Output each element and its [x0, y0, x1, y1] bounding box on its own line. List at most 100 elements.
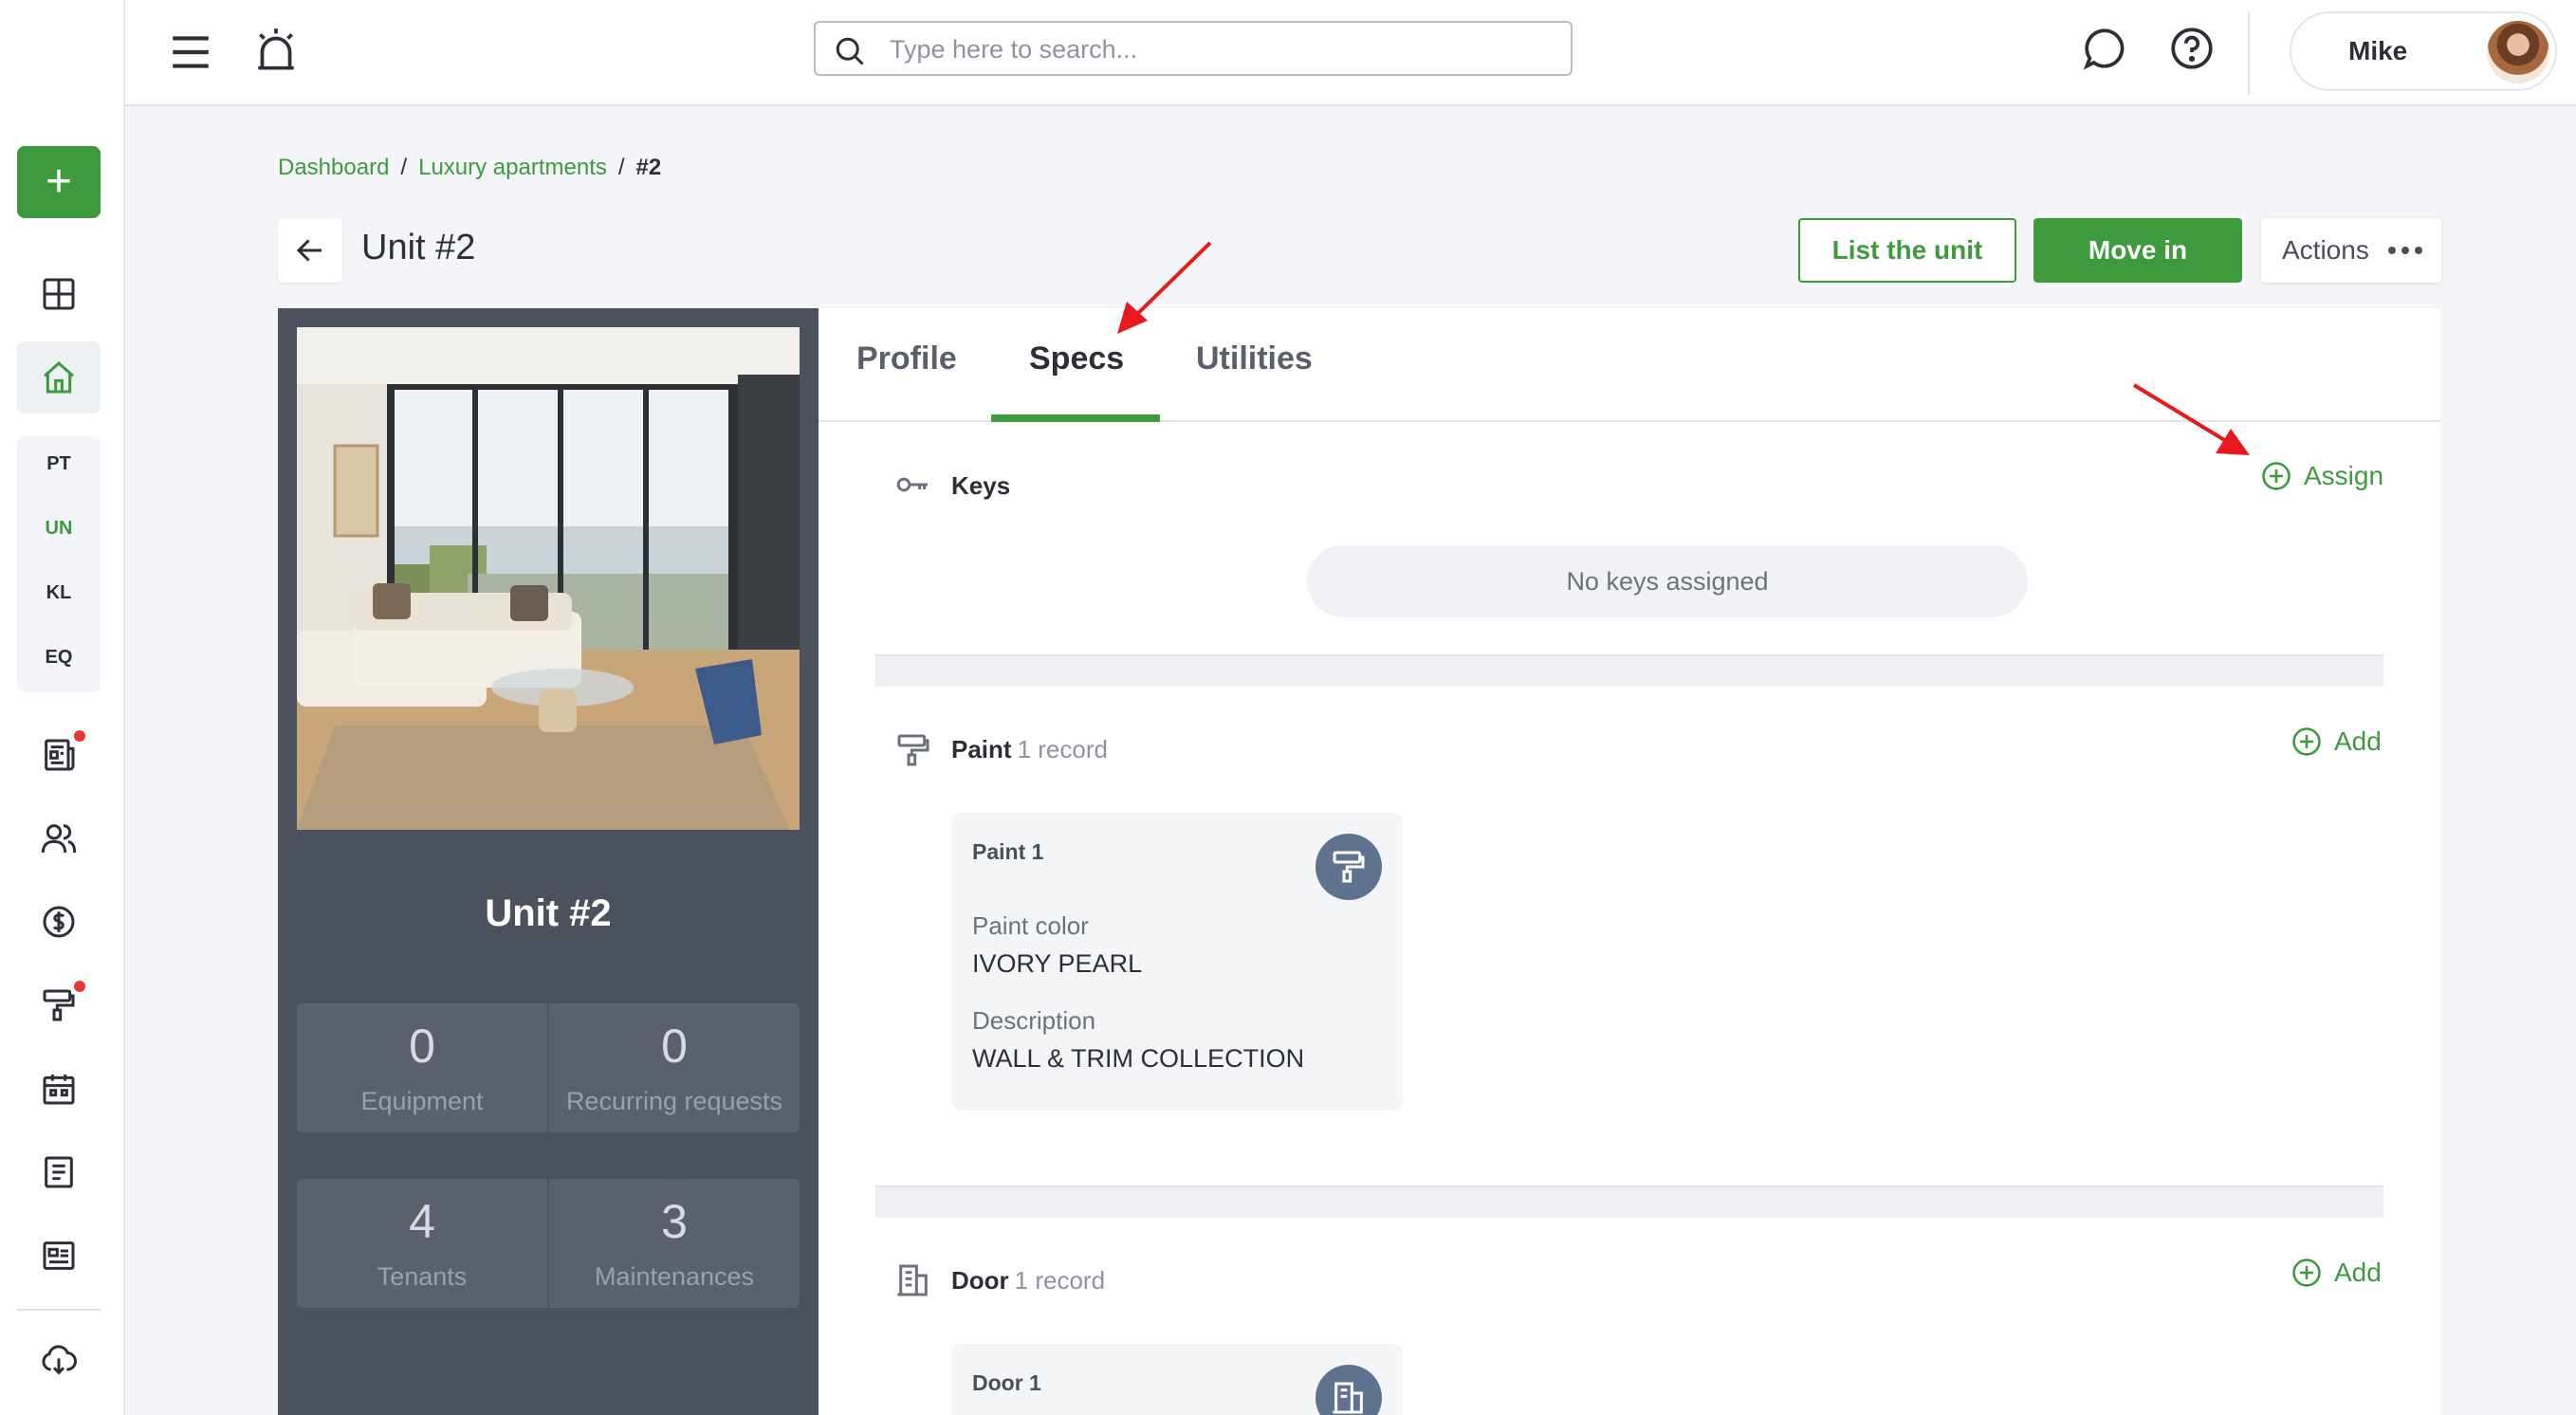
- door-title-text: Door: [951, 1266, 1009, 1295]
- field-label: Description: [972, 1006, 1096, 1035]
- user-name: Mike: [2348, 36, 2408, 65]
- stat-tenants[interactable]: 4 Tenants: [297, 1179, 547, 1308]
- plus-circle-icon: [2262, 462, 2291, 490]
- document-icon[interactable]: [30, 1144, 87, 1201]
- assign-keys-button[interactable]: Assign: [2260, 460, 2383, 492]
- add-label: Add: [2334, 726, 2382, 756]
- breadcrumb-separator: /: [400, 155, 408, 180]
- add-label: Add: [2334, 1258, 2382, 1287]
- add-door-button[interactable]: Add: [2291, 1257, 2382, 1289]
- stat-label: Recurring requests: [565, 1087, 783, 1115]
- add-button[interactable]: +: [17, 146, 101, 218]
- notification-dot: [74, 981, 85, 992]
- paint-roller-icon: [897, 734, 929, 766]
- paint-record-card[interactable]: Paint 1 Paint color IVORY PEARL Descript…: [951, 813, 1403, 1111]
- building-icon: [897, 1264, 928, 1296]
- paint-title: Paint 1 record: [951, 735, 1108, 764]
- tab-specs[interactable]: Specs: [1029, 340, 1124, 377]
- alarm-bell-icon[interactable]: [252, 25, 300, 76]
- keys-empty-state: No keys assigned: [1307, 545, 2028, 617]
- field-label: Paint color: [972, 911, 1089, 940]
- tab-bar: Profile Specs Utilities: [819, 308, 2440, 422]
- paint-record-count: 1 record: [1017, 735, 1108, 763]
- search-icon: [836, 37, 864, 65]
- stat-recurring-requests[interactable]: 0 Recurring requests: [549, 1003, 800, 1132]
- breadcrumb-dashboard[interactable]: Dashboard: [278, 155, 389, 181]
- door-title: Door 1 record: [951, 1266, 1105, 1296]
- rail-item-un[interactable]: UN: [17, 518, 101, 540]
- people-icon[interactable]: [30, 810, 87, 867]
- plus-circle-icon: [2292, 727, 2321, 756]
- stats-row-1: 0 Equipment 0 Recurring requests: [297, 1003, 800, 1132]
- rail-divider: [17, 1309, 101, 1311]
- door-badge: [1316, 1365, 1382, 1415]
- stat-value: 0: [409, 1020, 435, 1073]
- specs-panel: Profile Specs Utilities Keys Assign No k…: [819, 308, 2440, 1415]
- unit-name: Unit #2: [485, 892, 612, 934]
- unit-photo: [297, 327, 800, 830]
- stat-value: 3: [661, 1195, 688, 1248]
- door-record-count: 1 record: [1014, 1266, 1106, 1295]
- search-box[interactable]: [814, 21, 1573, 76]
- calendar-icon[interactable]: [30, 1060, 87, 1117]
- building-icon: [1333, 1382, 1363, 1414]
- stat-equipment[interactable]: 0 Equipment: [297, 1003, 547, 1132]
- breadcrumb-separator: /: [617, 155, 625, 180]
- stat-value: 4: [409, 1195, 435, 1248]
- plus-circle-icon: [2292, 1259, 2321, 1287]
- chat-icon[interactable]: [2081, 25, 2128, 72]
- field-value: IVORY PEARL: [972, 949, 1143, 978]
- arrow-left-icon: [296, 239, 322, 262]
- paint-roller-icon: [1333, 851, 1365, 883]
- page-title: Unit #2: [361, 228, 476, 267]
- stats-row-2: 4 Tenants 3 Maintenances: [297, 1179, 800, 1308]
- assign-label: Assign: [2304, 461, 2384, 490]
- dashboard-icon[interactable]: [30, 266, 87, 322]
- user-menu[interactable]: Mike: [2290, 11, 2557, 91]
- field-value: WALL & TRIM COLLECTION: [972, 1044, 1305, 1073]
- home-icon[interactable]: [17, 341, 101, 413]
- breadcrumb-property[interactable]: Luxury apartments: [418, 155, 607, 181]
- rail-item-pt[interactable]: PT: [17, 453, 101, 475]
- search-input[interactable]: [890, 30, 1554, 68]
- unit-summary-card: Unit #2 0 Equipment 0 Recurring requests…: [278, 308, 819, 1415]
- tab-utilities[interactable]: Utilities: [1196, 340, 1313, 377]
- actions-button[interactable]: Actions: [2261, 218, 2441, 283]
- topbar-separator: [2248, 11, 2250, 95]
- stat-maintenances[interactable]: 3 Maintenances: [549, 1179, 800, 1308]
- menu-icon[interactable]: [167, 28, 214, 76]
- keys-title-text: Keys: [951, 471, 1011, 500]
- notification-dot: [74, 730, 85, 742]
- list-unit-button[interactable]: List the unit: [1798, 218, 2016, 283]
- stat-label: Maintenances: [594, 1262, 755, 1291]
- stat-value: 0: [661, 1020, 688, 1073]
- rail-submenu: PT UN KL EQ: [17, 436, 101, 692]
- breadcrumb-current: #2: [635, 155, 662, 180]
- left-rail: + PT UN KL EQ: [0, 0, 125, 1415]
- tab-profile[interactable]: Profile: [856, 340, 957, 377]
- move-in-button[interactable]: Move in: [2033, 218, 2242, 283]
- door-record-card[interactable]: Door 1: [951, 1344, 1403, 1415]
- avatar: [2487, 21, 2549, 83]
- top-bar: Mike: [125, 0, 2576, 106]
- keys-title: Keys: [951, 471, 1010, 501]
- add-paint-button[interactable]: Add: [2291, 726, 2382, 758]
- more-dots-icon: [2388, 247, 2422, 254]
- actions-label: Actions: [2282, 235, 2369, 265]
- key-icon: [896, 477, 928, 492]
- rail-item-kl[interactable]: KL: [17, 582, 101, 604]
- stat-label: Equipment: [360, 1087, 484, 1115]
- id-card-icon[interactable]: [30, 1227, 87, 1284]
- cloud-download-icon[interactable]: [30, 1332, 87, 1388]
- breadcrumb: Dashboard / Luxury apartments / #2: [278, 155, 661, 181]
- section-divider: [875, 1185, 2383, 1218]
- help-icon[interactable]: [2168, 25, 2216, 72]
- active-tab-indicator: [991, 414, 1160, 422]
- paint-badge: [1316, 834, 1382, 900]
- dollar-icon[interactable]: [30, 893, 87, 950]
- section-divider: [875, 654, 2383, 687]
- rail-item-eq[interactable]: EQ: [17, 647, 101, 669]
- back-button[interactable]: [278, 218, 342, 283]
- paint-title-text: Paint: [951, 735, 1012, 763]
- record-name: Door 1: [972, 1370, 1041, 1395]
